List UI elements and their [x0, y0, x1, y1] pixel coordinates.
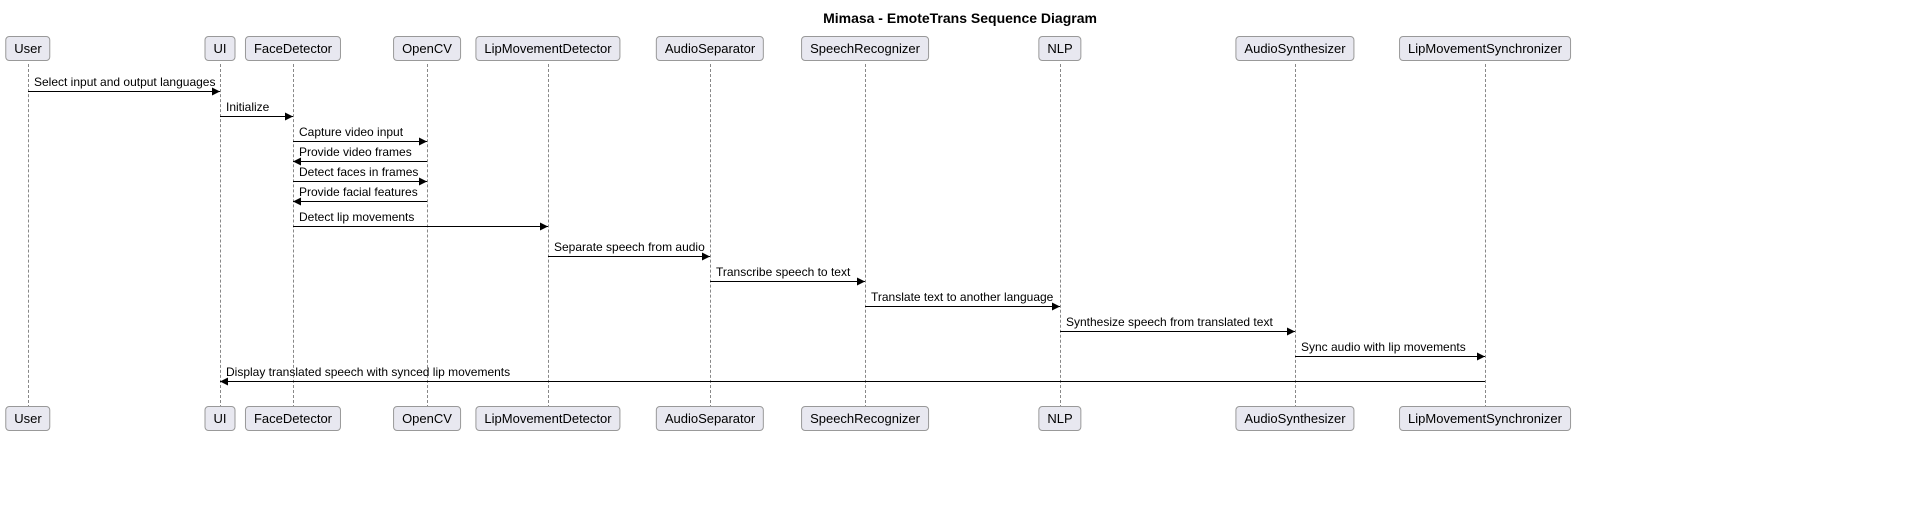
lifeline: [28, 64, 29, 408]
message-line: [293, 181, 427, 182]
participant-box: SpeechRecognizer: [801, 36, 929, 61]
participant-box: NLP: [1038, 36, 1081, 61]
participant-box: OpenCV: [393, 406, 461, 431]
arrow-right-icon: [1287, 328, 1295, 336]
participant-box: User: [5, 36, 50, 61]
message-label: Select input and output languages: [34, 75, 215, 89]
lifeline: [865, 64, 866, 408]
message-line: [1060, 331, 1295, 332]
message-line: [293, 226, 548, 227]
message-line: [293, 141, 427, 142]
message-label: Transcribe speech to text: [716, 265, 850, 279]
message-label: Synthesize speech from translated text: [1066, 315, 1273, 329]
message-line: [220, 116, 293, 117]
participant-box: OpenCV: [393, 36, 461, 61]
lifeline: [1060, 64, 1061, 408]
arrow-left-icon: [220, 378, 228, 386]
message-label: Sync audio with lip movements: [1301, 340, 1466, 354]
participant-box: SpeechRecognizer: [801, 406, 929, 431]
message-line: [1295, 356, 1485, 357]
participant-box: AudioSynthesizer: [1235, 406, 1354, 431]
message-line: [548, 256, 710, 257]
message-label: Separate speech from audio: [554, 240, 705, 254]
participant-box: FaceDetector: [245, 406, 341, 431]
message-label: Capture video input: [299, 125, 403, 139]
message-line: [28, 91, 220, 92]
lifeline: [293, 64, 294, 408]
participant-box: LipMovementSynchronizer: [1399, 406, 1571, 431]
arrow-right-icon: [419, 178, 427, 186]
arrow-right-icon: [1477, 353, 1485, 361]
message-label: Display translated speech with synced li…: [226, 365, 510, 379]
arrow-right-icon: [702, 253, 710, 261]
message-line: [293, 201, 427, 202]
message-line: [293, 161, 427, 162]
message-label: Translate text to another language: [871, 290, 1053, 304]
diagram-title: Mimasa - EmoteTrans Sequence Diagram: [10, 10, 1910, 26]
participant-box: AudioSeparator: [656, 36, 764, 61]
participant-box: AudioSeparator: [656, 406, 764, 431]
participant-box: LipMovementDetector: [475, 406, 620, 431]
participant-box: AudioSynthesizer: [1235, 36, 1354, 61]
message-label: Detect lip movements: [299, 210, 414, 224]
participant-box: FaceDetector: [245, 36, 341, 61]
arrow-right-icon: [285, 113, 293, 121]
participant-box: User: [5, 406, 50, 431]
participant-box: LipMovementDetector: [475, 36, 620, 61]
arrow-right-icon: [212, 88, 220, 96]
arrow-right-icon: [1052, 303, 1060, 311]
participant-box: NLP: [1038, 406, 1081, 431]
message-label: Detect faces in frames: [299, 165, 418, 179]
lifeline: [1485, 64, 1486, 408]
lifeline: [427, 64, 428, 408]
arrow-right-icon: [857, 278, 865, 286]
message-line: [710, 281, 865, 282]
message-label: Provide facial features: [299, 185, 418, 199]
arrow-left-icon: [293, 198, 301, 206]
message-label: Provide video frames: [299, 145, 412, 159]
arrow-right-icon: [419, 138, 427, 146]
message-label: Initialize: [226, 100, 269, 114]
participant-box: UI: [205, 406, 236, 431]
lifeline: [710, 64, 711, 408]
message-line: [220, 381, 1485, 382]
sequence-diagram: UserUIFaceDetectorOpenCVLipMovementDetec…: [10, 36, 1910, 436]
lifeline: [548, 64, 549, 408]
participant-box: UI: [205, 36, 236, 61]
participant-box: LipMovementSynchronizer: [1399, 36, 1571, 61]
arrow-right-icon: [540, 223, 548, 231]
message-line: [865, 306, 1060, 307]
